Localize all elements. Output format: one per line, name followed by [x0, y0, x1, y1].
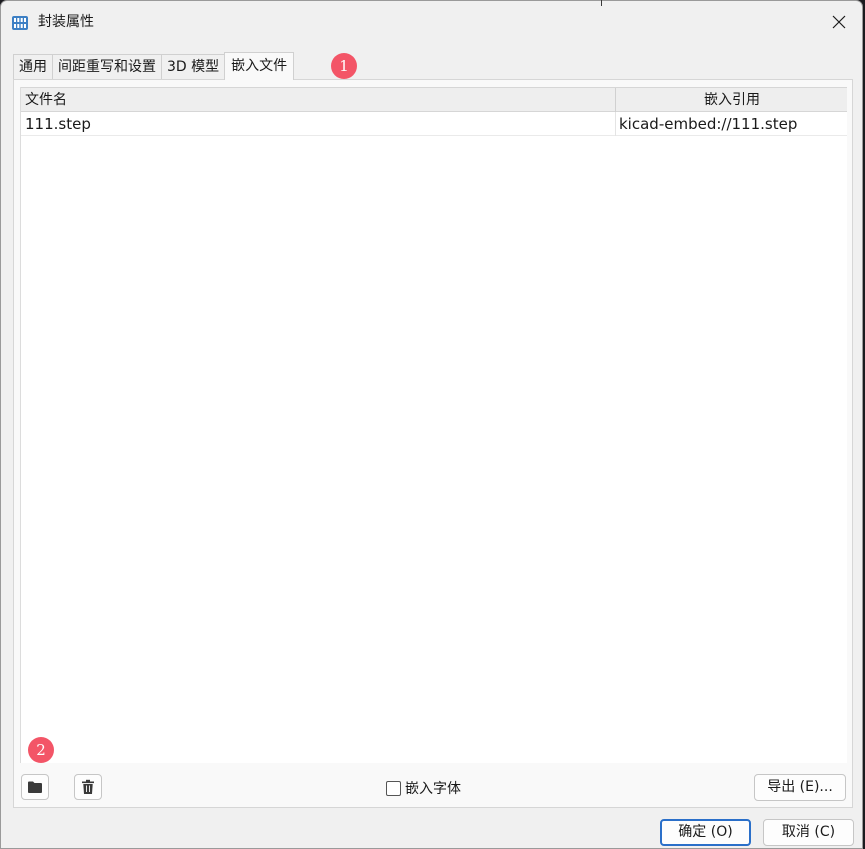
tab-3d-models[interactable]: 3D 模型	[161, 54, 226, 80]
delete-file-button[interactable]	[74, 774, 102, 800]
panel-bottom-bar: 嵌入字体 导出 (E)...	[20, 770, 847, 802]
ok-button[interactable]: 确定 (O)	[660, 819, 751, 846]
title-bar: 封装属性	[1, 1, 862, 43]
background-divider	[601, 0, 602, 6]
window-title: 封装属性	[38, 14, 94, 30]
cell-reference[interactable]: kicad-embed://111.step	[615, 112, 797, 136]
close-button[interactable]	[816, 3, 862, 41]
cancel-button[interactable]: 取消 (C)	[763, 819, 854, 846]
tab-bar: 通用 间距重写和设置 3D 模型 嵌入文件	[13, 52, 295, 80]
folder-icon	[28, 781, 42, 793]
tab-general[interactable]: 通用	[13, 54, 53, 80]
embed-fonts-checkbox[interactable]: 嵌入字体	[386, 778, 461, 798]
column-header-file-name[interactable]: 文件名	[25, 88, 67, 112]
footprint-grid-icon	[12, 16, 28, 30]
export-button[interactable]: 导出 (E)...	[754, 774, 846, 801]
cell-file-name[interactable]: 111.step	[25, 112, 91, 136]
tab-clearance-overrides[interactable]: 间距重写和设置	[52, 54, 162, 80]
close-icon	[832, 15, 846, 29]
trash-icon	[82, 779, 94, 794]
tab-embedded-files[interactable]: 嵌入文件	[224, 52, 295, 80]
annotation-badge-2: 2	[28, 737, 54, 763]
annotation-badge-1: 1	[331, 53, 357, 79]
checkbox-box[interactable]	[386, 780, 401, 796]
footprint-properties-dialog: 封装属性 通用 间距重写和设置 3D 模型 嵌入文件 1 文件名 嵌入引用 11…	[0, 0, 863, 849]
table-header: 文件名 嵌入引用	[21, 87, 847, 112]
embed-fonts-label: 嵌入字体	[405, 781, 461, 797]
column-header-reference[interactable]: 嵌入引用	[615, 88, 848, 112]
embedded-files-table: 文件名 嵌入引用 111.step kicad-embed://111.step	[20, 87, 847, 763]
table-row[interactable]: 111.step kicad-embed://111.step	[21, 112, 847, 136]
embedded-files-panel: 文件名 嵌入引用 111.step kicad-embed://111.step	[13, 79, 853, 808]
add-file-button[interactable]	[21, 774, 49, 800]
